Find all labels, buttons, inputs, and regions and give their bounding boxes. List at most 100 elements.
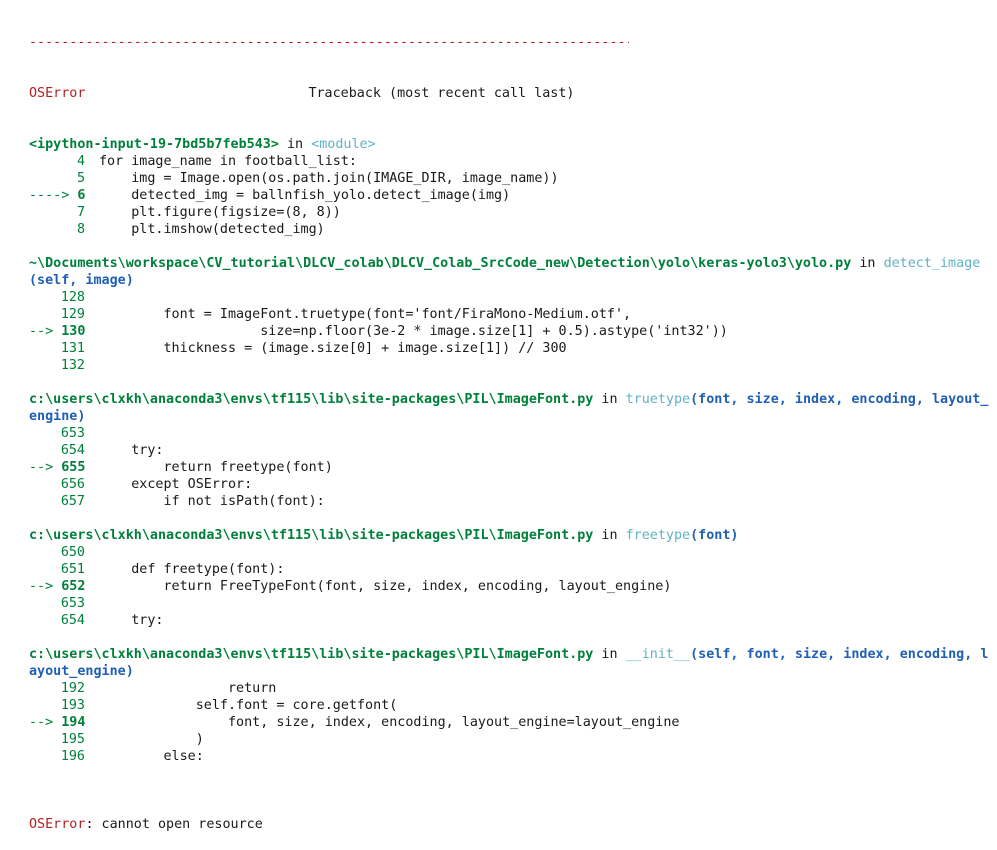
frame-location: c:\users\clxkh\anaconda3\envs\tf115\lib\… xyxy=(29,528,594,543)
line-gutter: --> 652 xyxy=(29,578,85,595)
frame-header: c:\users\clxkh\anaconda3\envs\tf115\lib\… xyxy=(29,527,995,544)
line-gutter: 192 xyxy=(29,680,85,697)
final-error-line: OSError: cannot open resource xyxy=(29,816,997,833)
code-text: plt.imshow(detected_img) xyxy=(99,222,325,237)
frame-args: (self, image) xyxy=(29,273,134,288)
line-number: 192 xyxy=(60,681,85,696)
frame-location: c:\users\clxkh\anaconda3\envs\tf115\lib\… xyxy=(29,392,594,407)
line-gutter: 195 xyxy=(29,731,85,748)
code-line: 653 xyxy=(29,425,997,442)
code-text: return FreeTypeFont(font, size, index, e… xyxy=(99,579,672,594)
code-text: except OSError: xyxy=(99,477,253,492)
code-line: --> 652 return FreeTypeFont(font, size, … xyxy=(29,578,997,595)
line-gutter: 657 xyxy=(29,493,85,510)
frame-header: c:\users\clxkh\anaconda3\envs\tf115\lib\… xyxy=(29,646,995,680)
line-number: 196 xyxy=(60,749,85,764)
code-line: 129 font = ImageFont.truetype(font='font… xyxy=(29,306,997,323)
frame-header: ~\Documents\workspace\CV_tutorial\DLCV_c… xyxy=(29,255,995,289)
arrow-marker: --> xyxy=(29,460,62,475)
line-number: 654 xyxy=(60,613,85,628)
frame-in-word: in xyxy=(593,528,626,543)
traceback-output: ----------------------------------------… xyxy=(29,0,997,850)
code-line: 7 plt.figure(figsize=(8, 8)) xyxy=(29,204,997,221)
frame-args: (font) xyxy=(690,528,739,543)
code-line: 5 img = Image.open(os.path.join(IMAGE_DI… xyxy=(29,170,997,187)
line-gutter: 653 xyxy=(29,595,85,612)
code-text: try: xyxy=(99,613,164,628)
line-gutter: 654 xyxy=(29,612,85,629)
code-line: 654 try: xyxy=(29,612,997,629)
line-number: 194 xyxy=(61,715,86,730)
code-line: 131 thickness = (image.size[0] + image.s… xyxy=(29,340,997,357)
traceback-label: Traceback (most recent call last) xyxy=(308,86,575,101)
line-gutter: 8 xyxy=(29,221,85,238)
frame-function: <module> xyxy=(311,137,376,152)
frame-function: truetype xyxy=(625,392,691,407)
code-text: return xyxy=(99,681,277,696)
line-number: 652 xyxy=(61,579,86,594)
line-number: 128 xyxy=(60,290,85,305)
frame-in-word: in xyxy=(593,647,626,662)
line-gutter: 656 xyxy=(29,476,85,493)
line-number: 654 xyxy=(60,443,85,458)
line-gutter: 193 xyxy=(29,697,85,714)
arrow-marker: --> xyxy=(29,579,62,594)
code-text: for image_name in football_list: xyxy=(99,154,357,169)
line-gutter: 651 xyxy=(29,561,85,578)
code-text: plt.figure(figsize=(8, 8)) xyxy=(99,205,341,220)
line-gutter: 654 xyxy=(29,442,85,459)
code-line: 654 try: xyxy=(29,442,997,459)
frame-function: freetype xyxy=(625,528,691,543)
line-gutter: --> 194 xyxy=(29,714,85,731)
code-text: else: xyxy=(99,749,204,764)
code-text: thickness = (image.size[0] + image.size[… xyxy=(99,341,567,356)
code-line: 132 xyxy=(29,357,997,374)
line-number: 5 xyxy=(76,171,85,186)
traceback-frame: <ipython-input-19-7bd5b7feb543> in <modu… xyxy=(29,136,997,255)
code-line: --> 655 return freetype(font) xyxy=(29,459,997,476)
separator-line: ----------------------------------------… xyxy=(29,35,629,50)
code-line: --> 130 size=np.floor(3e-2 * image.size[… xyxy=(29,323,997,340)
code-text: return freetype(font) xyxy=(99,460,333,475)
code-text: font = ImageFont.truetype(font='font/Fir… xyxy=(99,307,632,322)
code-line: 196 else: xyxy=(29,748,997,765)
line-number: 130 xyxy=(61,324,86,339)
line-number: 7 xyxy=(76,205,85,220)
line-number: 651 xyxy=(60,562,85,577)
traceback-frame: c:\users\clxkh\anaconda3\envs\tf115\lib\… xyxy=(29,646,997,782)
final-error-name: OSError xyxy=(29,817,86,832)
code-line: 4 for image_name in football_list: xyxy=(29,153,997,170)
traceback-frame: ~\Documents\workspace\CV_tutorial\DLCV_c… xyxy=(29,255,997,391)
code-line: 192 return xyxy=(29,680,997,697)
line-gutter: 131 xyxy=(29,340,85,357)
code-text: font, size, index, encoding, layout_engi… xyxy=(99,715,680,730)
line-gutter: 650 xyxy=(29,544,85,561)
line-gutter: 5 xyxy=(29,170,85,187)
line-number: 6 xyxy=(77,188,86,203)
line-number: 195 xyxy=(60,732,85,747)
line-gutter: 128 xyxy=(29,289,85,306)
final-error-message: : cannot open resource xyxy=(85,817,263,832)
line-gutter: ----> 6 xyxy=(29,187,85,204)
frame-header: c:\users\clxkh\anaconda3\envs\tf115\lib\… xyxy=(29,391,995,425)
code-line: --> 194 font, size, index, encoding, lay… xyxy=(29,714,997,731)
frame-function: __init__ xyxy=(625,647,691,662)
line-number: 8 xyxy=(76,222,85,237)
code-line: 657 if not isPath(font): xyxy=(29,493,997,510)
line-gutter: 7 xyxy=(29,204,85,221)
line-number: 132 xyxy=(60,358,85,373)
code-line: ----> 6 detected_img = ballnfish_yolo.de… xyxy=(29,187,997,204)
line-number: 131 xyxy=(60,341,85,356)
frame-in-word: in xyxy=(851,256,884,271)
code-line: 653 xyxy=(29,595,997,612)
line-gutter: 129 xyxy=(29,306,85,323)
frame-header: <ipython-input-19-7bd5b7feb543> in <modu… xyxy=(29,136,995,153)
line-gutter: 653 xyxy=(29,425,85,442)
frame-location: c:\users\clxkh\anaconda3\envs\tf115\lib\… xyxy=(29,647,594,662)
traceback-frame: c:\users\clxkh\anaconda3\envs\tf115\lib\… xyxy=(29,527,997,646)
